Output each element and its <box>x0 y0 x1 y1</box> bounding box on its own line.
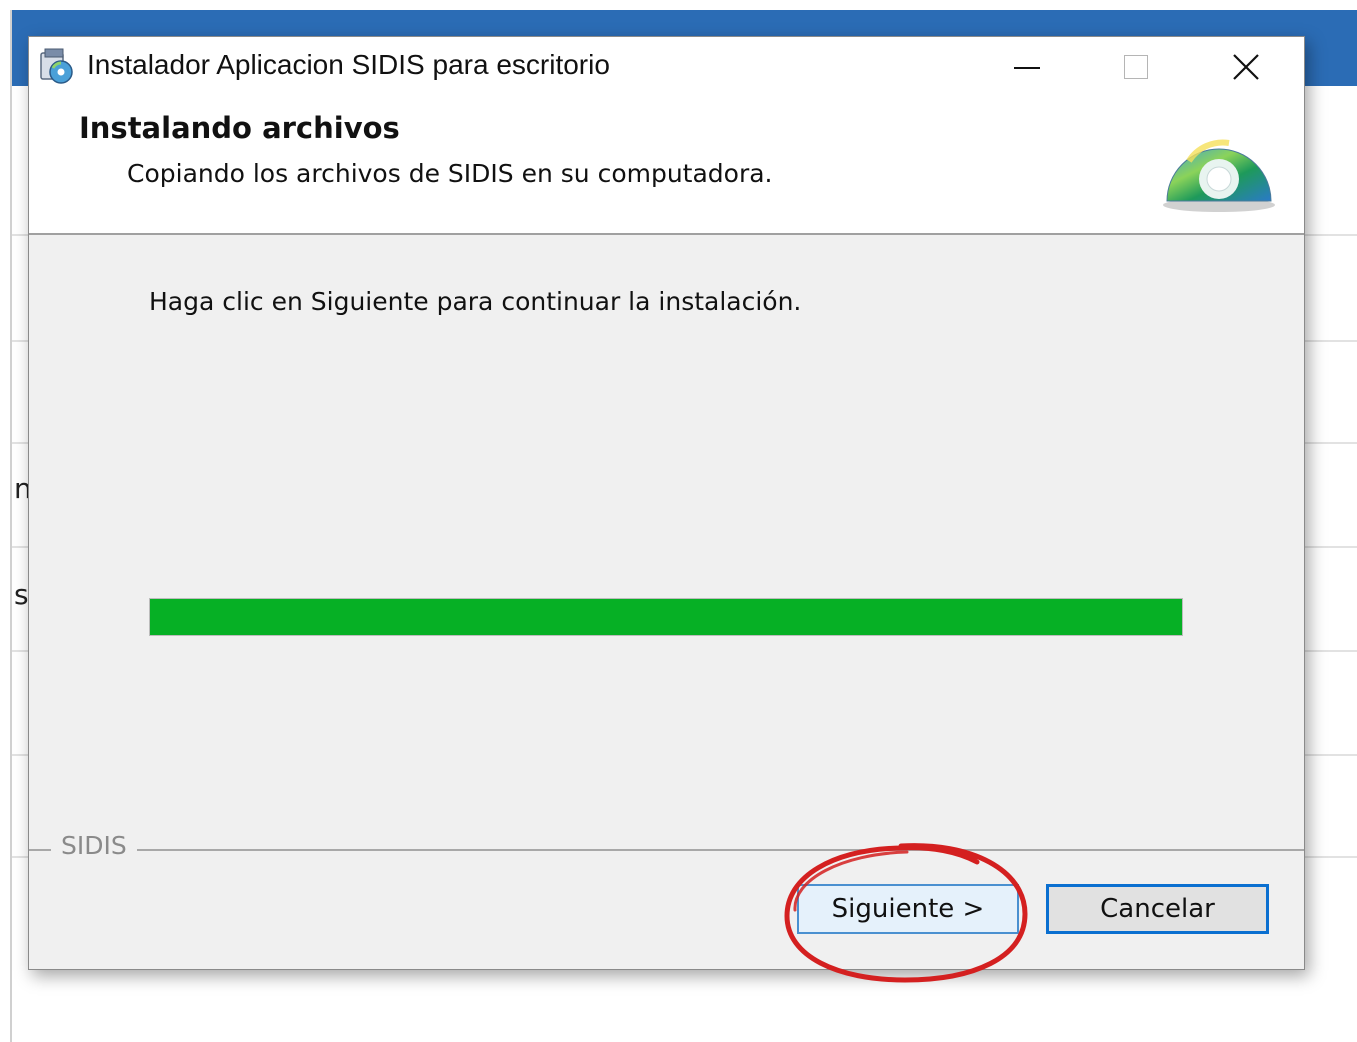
header-panel: Instalando archivos Copiando los archivo… <box>29 97 1304 235</box>
title-bar[interactable]: Instalador Aplicacion SIDIS para escrito… <box>29 37 1304 97</box>
close-icon <box>1233 54 1259 80</box>
brand-label: SIDIS <box>51 831 137 860</box>
next-button[interactable]: Siguiente > <box>797 884 1019 934</box>
minimize-button[interactable] <box>971 37 1081 97</box>
maximize-icon <box>1124 55 1148 79</box>
install-progress-bar <box>149 598 1183 636</box>
installer-icon <box>40 48 73 84</box>
close-button[interactable] <box>1191 37 1301 97</box>
installer-dialog: Instalador Aplicacion SIDIS para escrito… <box>28 36 1305 970</box>
maximize-button[interactable] <box>1081 37 1191 97</box>
cancel-button[interactable]: Cancelar <box>1046 884 1269 934</box>
footer-divider <box>29 849 1304 851</box>
step-title: Instalando archivos <box>79 111 400 145</box>
minimize-icon <box>1014 67 1040 69</box>
window-title: Instalador Aplicacion SIDIS para escrito… <box>87 49 610 80</box>
instruction-text: Haga clic en Siguiente para continuar la… <box>149 287 802 316</box>
background-text-fragment: s <box>14 578 29 611</box>
step-subtitle: Copiando los archivos de SIDIS en su com… <box>127 159 773 188</box>
progress-fill <box>150 599 1182 635</box>
cd-disc-icon <box>1163 139 1275 212</box>
